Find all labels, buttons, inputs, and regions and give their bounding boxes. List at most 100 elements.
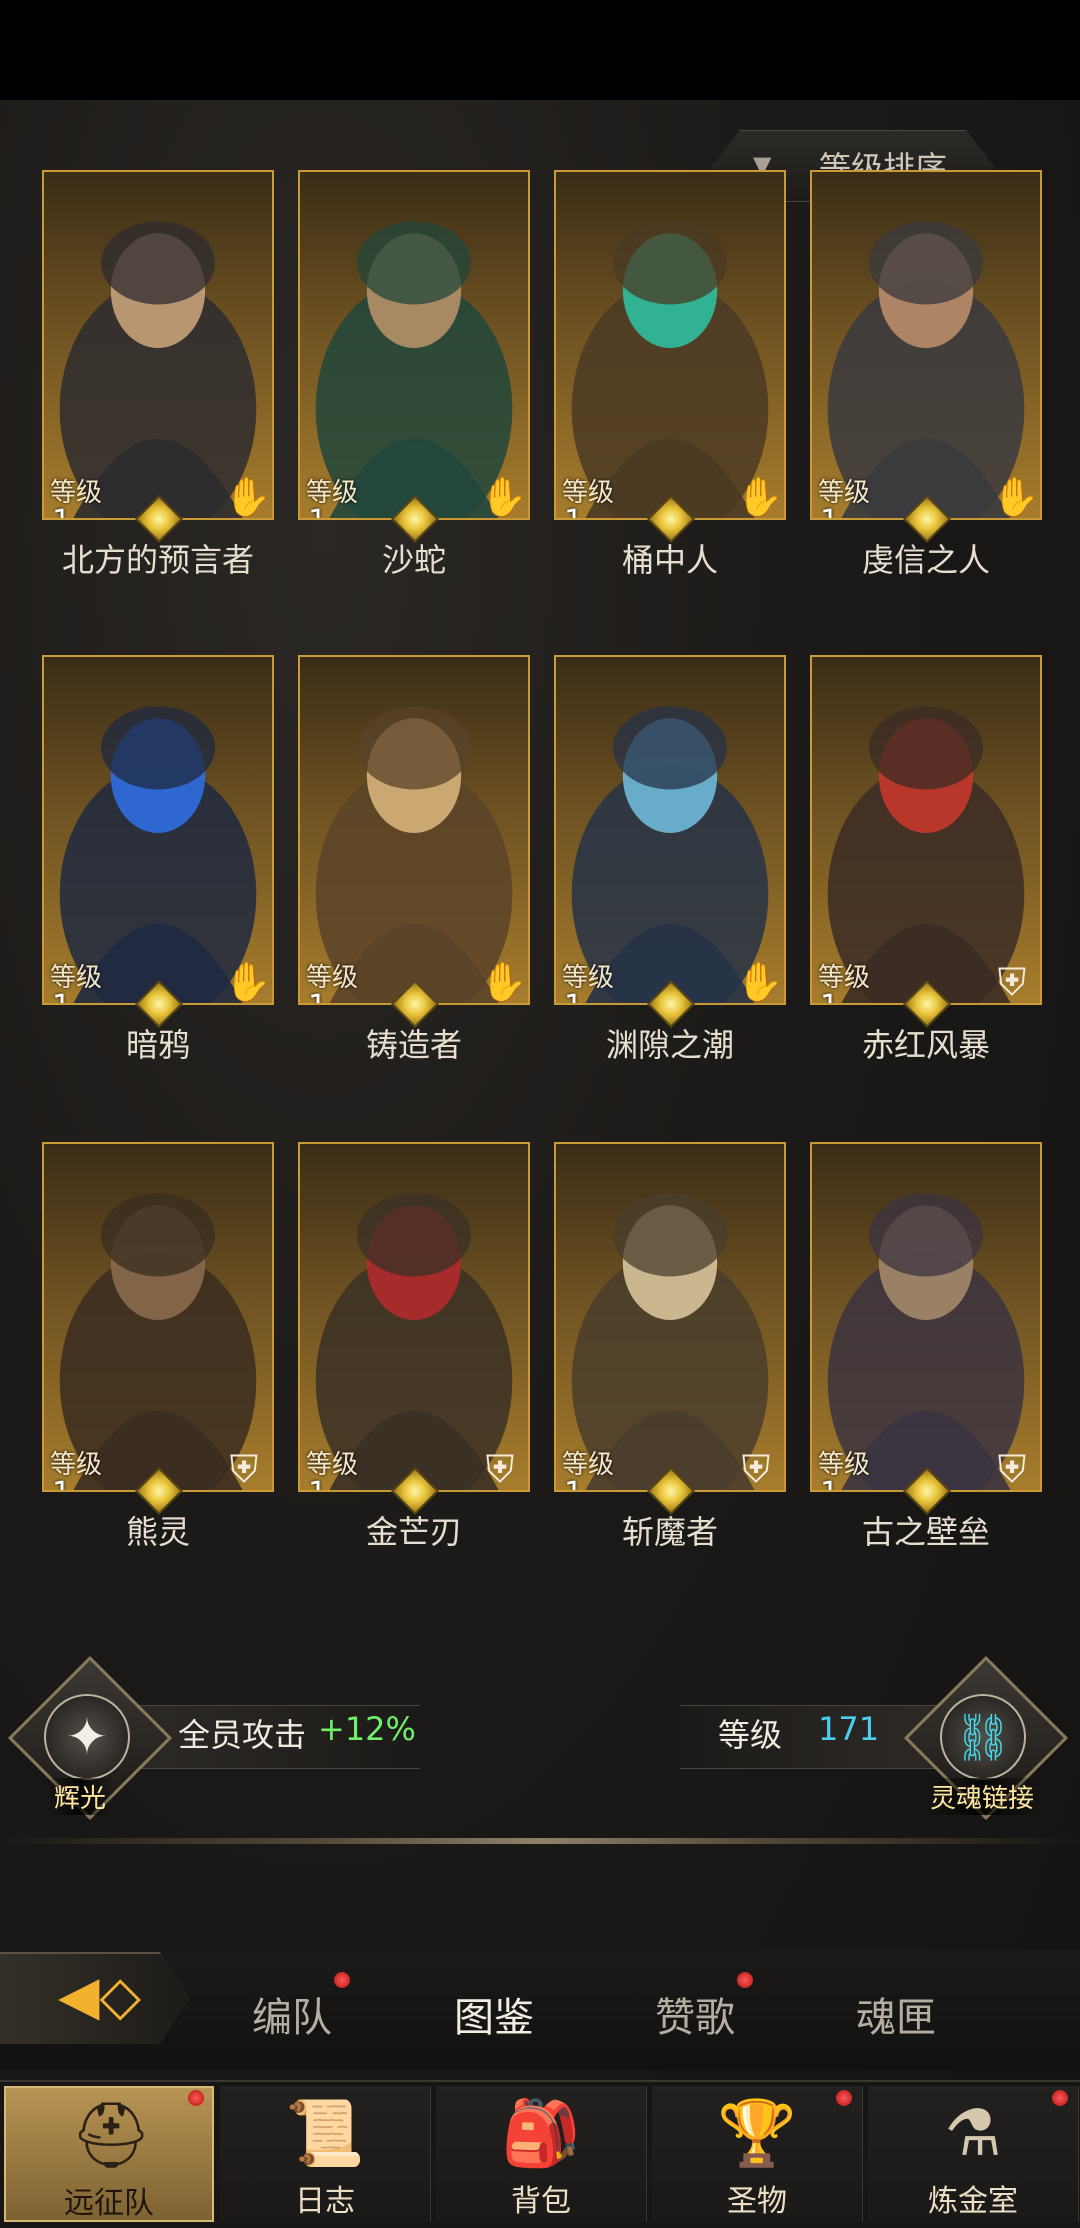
- hero-name: 渊隙之潮: [605, 1026, 734, 1064]
- radiance-label: 辉光: [46, 1778, 115, 1815]
- hero-name: 沙蛇: [381, 541, 446, 579]
- hero-name: 熊灵: [125, 1513, 190, 1551]
- hand-icon: ✋: [736, 475, 784, 519]
- shield-icon: ⛨: [997, 960, 1027, 1004]
- hero-card[interactable]: 等级 1 ✋ 铸造者: [298, 655, 530, 1064]
- hero-card[interactable]: 等级 1 ⛨ 赤红风暴: [810, 655, 1042, 1064]
- hero-portrait: [44, 1144, 272, 1490]
- hero-frame: 等级 1 ✋: [42, 655, 274, 1005]
- hero-level-value: 1: [308, 989, 327, 1003]
- hero-frame: 等级 1 ✋: [554, 170, 786, 520]
- hero-frame: 等级 1 ⛨: [42, 1142, 274, 1492]
- notification-dot: [334, 1972, 350, 1988]
- hero-portrait: [556, 1144, 784, 1490]
- hero-level-value: 1: [52, 504, 71, 518]
- bottom-nav-label: 远征队: [64, 2186, 154, 2221]
- hero-card[interactable]: 等级 1 ✋ 渊隙之潮: [554, 655, 786, 1064]
- tabs-divider: [0, 1838, 1080, 1844]
- radiance-button[interactable]: ✦: [44, 1694, 130, 1780]
- bottom-nav-item[interactable]: 🏆 圣物: [652, 2086, 863, 2222]
- hero-level-value: 1: [564, 1476, 583, 1490]
- hand-icon: ✋: [480, 960, 528, 1004]
- hero-level-value: 1: [820, 1476, 839, 1490]
- hero-frame: 等级 1 ✋: [42, 170, 274, 520]
- hero-level-value: 1: [820, 504, 839, 518]
- sub-tab[interactable]: 魂匣: [856, 1985, 936, 2043]
- hero-portrait: [812, 1144, 1040, 1490]
- hand-icon: ✋: [736, 960, 784, 1004]
- shield-icon: ⛨: [229, 1447, 259, 1491]
- hero-level-value: 1: [308, 504, 327, 518]
- notification-dot: [1052, 2090, 1068, 2106]
- sub-tab[interactable]: 编队: [252, 1985, 332, 2043]
- chalice-icon: 🏆: [717, 2097, 797, 2171]
- hero-name: 斩魔者: [621, 1513, 718, 1551]
- hero-frame: 等级 1 ✋: [554, 655, 786, 1005]
- team-attack-text: 全员攻击: [178, 1716, 307, 1754]
- hero-card[interactable]: 等级 1 ✋ 暗鸦: [42, 655, 274, 1064]
- hero-card[interactable]: 等级 1 ✋ 沙蛇: [298, 170, 530, 579]
- viking-helmet-icon: ⛑: [70, 2099, 152, 2173]
- hero-card[interactable]: 等级 1 ⛨ 金芒刃: [298, 1142, 530, 1551]
- hero-card[interactable]: 等级 1 ⛨ 熊灵: [42, 1142, 274, 1551]
- backpack-icon: 🎒: [501, 2097, 581, 2171]
- hero-portrait: [300, 172, 528, 518]
- hero-name: 北方的预言者: [61, 541, 254, 579]
- notification-dot: [737, 1972, 753, 1988]
- hero-level-value: 1: [564, 504, 583, 518]
- codex-screen: ▼ 等级排序 等级 1 ✋ 北方的预言者: [0, 100, 1080, 2228]
- hero-card[interactable]: 等级 1 ✋ 北方的预言者: [42, 170, 274, 579]
- shield-icon: ⛨: [485, 1447, 515, 1491]
- hero-name: 暗鸦: [125, 1026, 190, 1064]
- hero-portrait: [44, 657, 272, 1003]
- bottom-nav-item[interactable]: 📜 日志: [220, 2086, 431, 2222]
- hero-level-value: 1: [308, 1476, 327, 1490]
- hero-frame: 等级 1 ✋: [810, 170, 1042, 520]
- hand-icon: ✋: [224, 960, 272, 1004]
- sub-tab[interactable]: 图鉴: [454, 1985, 534, 2043]
- hero-frame: 等级 1 ⛨: [554, 1142, 786, 1492]
- bottom-nav-label: 背包: [511, 2184, 571, 2219]
- hand-icon: ✋: [992, 475, 1040, 519]
- soul-link-label: 灵魂链接: [922, 1778, 1043, 1815]
- hero-portrait: [300, 657, 528, 1003]
- chain-link-icon: ⛓: [953, 1710, 1013, 1764]
- sub-tab[interactable]: 赞歌: [655, 1985, 735, 2043]
- hero-name: 铸造者: [365, 1026, 462, 1064]
- hero-card[interactable]: 等级 1 ⛨ 斩魔者: [554, 1142, 786, 1551]
- hero-name: 古之壁垒: [861, 1513, 990, 1551]
- back-button[interactable]: ◀◇: [0, 1952, 190, 2044]
- hero-card[interactable]: 等级 1 ✋ 虔信之人: [810, 170, 1042, 579]
- alchemy-icon: ⚗: [944, 2097, 1002, 2171]
- hero-portrait: [300, 1144, 528, 1490]
- bottom-nav-label: 日志: [295, 2184, 355, 2219]
- bottom-nav-item[interactable]: ⚗ 炼金室: [868, 2086, 1079, 2222]
- hero-card[interactable]: 等级 1 ⛨ 古之壁垒: [810, 1142, 1042, 1551]
- hero-frame: 等级 1 ⛨: [298, 1142, 530, 1492]
- soul-link-button[interactable]: ⛓: [940, 1694, 1026, 1780]
- bonus-bar: ✦ 辉光 全员攻击 +12% 等级 171 ⛓ 灵魂链接: [0, 1655, 1080, 1821]
- hero-name: 桶中人: [621, 541, 718, 579]
- hero-portrait: [812, 657, 1040, 1003]
- soul-level-label: 等级: [718, 1716, 783, 1754]
- hand-icon: ✋: [224, 475, 272, 519]
- shield-icon: ⛨: [997, 1447, 1027, 1491]
- bottom-nav-item[interactable]: ⛑ 远征队: [4, 2086, 214, 2222]
- hero-level-value: 1: [820, 989, 839, 1003]
- hero-level-value: 1: [564, 989, 583, 1003]
- sword-compass-icon: ✦: [66, 1708, 108, 1766]
- hero-frame: 等级 1 ✋: [298, 170, 530, 520]
- notification-dot: [836, 2090, 852, 2106]
- hero-name: 虔信之人: [861, 541, 990, 579]
- bottom-nav-label: 炼金室: [928, 2184, 1018, 2219]
- bottom-nav-item[interactable]: 🎒 背包: [436, 2086, 647, 2222]
- hero-portrait: [556, 172, 784, 518]
- bottom-nav-label: 圣物: [727, 2184, 787, 2219]
- hero-card[interactable]: 等级 1 ✋ 桶中人: [554, 170, 786, 579]
- hero-frame: 等级 1 ⛨: [810, 655, 1042, 1005]
- hero-frame: 等级 1 ⛨: [810, 1142, 1042, 1492]
- hero-name: 金芒刃: [365, 1513, 462, 1551]
- hero-portrait: [556, 657, 784, 1003]
- shield-icon: ⛨: [741, 1447, 771, 1491]
- scroll-icon: 📜: [285, 2097, 365, 2171]
